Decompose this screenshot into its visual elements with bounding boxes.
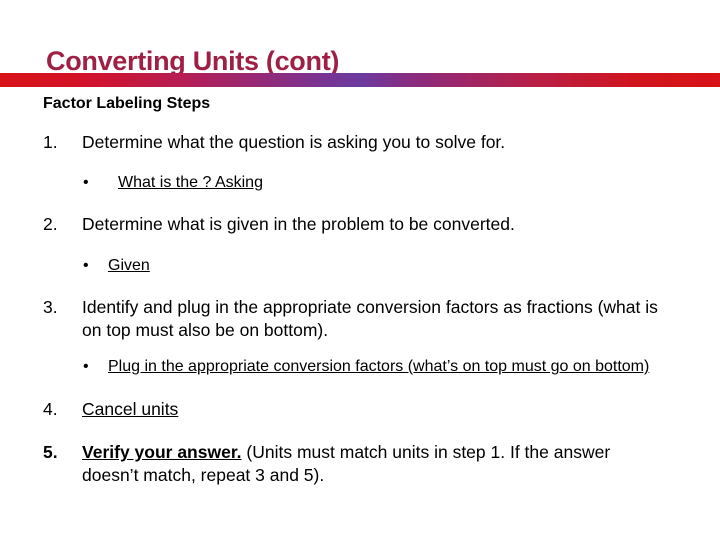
factor-labeling-steps-list: 1. Determine what the question is asking…	[0, 131, 720, 487]
bullet-icon: •	[83, 174, 89, 191]
page-title: Converting Units (cont)	[46, 46, 340, 76]
sub-text-3-1: Plug in the appropriate conversion facto…	[108, 358, 650, 375]
bullet-icon: •	[83, 358, 89, 375]
step-item-4: 4. Cancel units	[43, 398, 720, 421]
content-subheading: Factor Labeling Steps	[43, 95, 211, 112]
sub-item-2-1: • Given	[82, 255, 720, 277]
sub-list-3: • Plug in the appropriate conversion fac…	[0, 356, 720, 378]
sub-list-1: • What is the ? Asking	[0, 172, 720, 194]
step-number-4: 4.	[43, 399, 58, 419]
step-number-3: 3.	[43, 297, 58, 317]
slide-content: Factor Labeling Steps 1. Determine what …	[0, 90, 720, 487]
sub-text-1-1: What is the ? Asking	[118, 174, 263, 191]
step-text-3: Identify and plug in the appropriate con…	[82, 297, 658, 340]
step-number-1: 1.	[43, 132, 58, 152]
step-item-3: 3. Identify and plug in the appropriate …	[43, 296, 667, 342]
bullet-icon: •	[83, 257, 89, 274]
sub-text-2-1: Given	[108, 257, 150, 274]
step-text-4: Cancel units	[82, 399, 179, 419]
title-gradient-rule	[0, 73, 720, 87]
step-number-5: 5.	[43, 442, 58, 462]
step-item-2: 2. Determine what is given in the proble…	[43, 213, 720, 236]
step-text-5-emphasis: Verify your answer.	[82, 442, 242, 462]
sub-item-1-1: • What is the ? Asking	[82, 172, 720, 194]
step-item-5: 5. Verify your answer. (Units must match…	[43, 441, 667, 487]
step-item-1: 1. Determine what the question is asking…	[43, 131, 720, 154]
step-text-1: Determine what the question is asking yo…	[82, 132, 506, 152]
sub-item-3-1: • Plug in the appropriate conversion fac…	[82, 356, 668, 378]
step-number-2: 2.	[43, 214, 58, 234]
step-text-2: Determine what is given in the problem t…	[82, 214, 515, 234]
sub-list-2: • Given	[0, 255, 720, 277]
